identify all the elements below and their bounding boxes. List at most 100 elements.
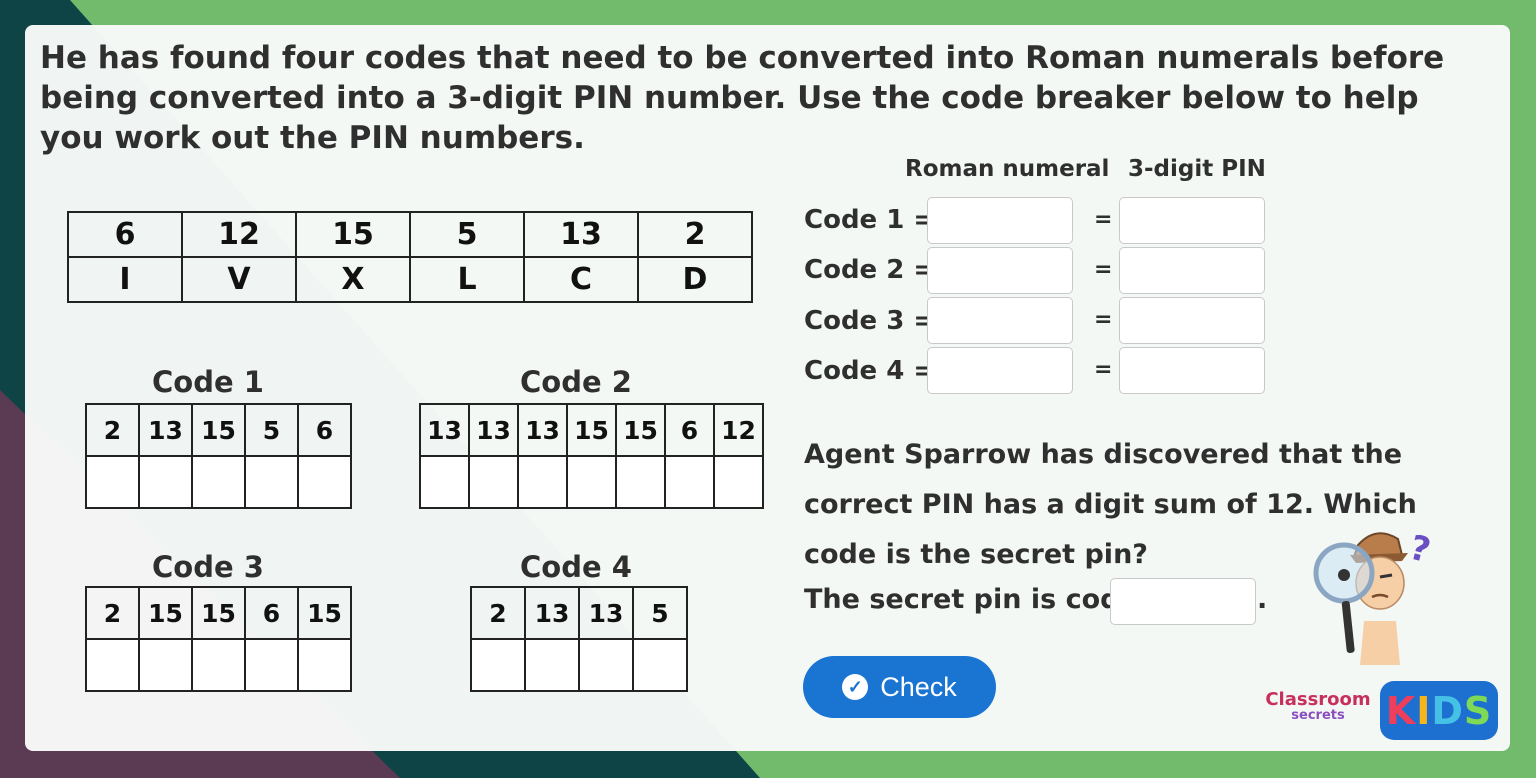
code2-answer-cell[interactable] xyxy=(664,455,715,509)
code2-answer-cell[interactable] xyxy=(713,455,764,509)
code2-grid: 13 13 13 15 15 6 12 xyxy=(419,403,764,509)
code2-pin-input[interactable] xyxy=(1119,247,1265,294)
key-numeral: C xyxy=(523,256,639,303)
code2-answer-cell[interactable] xyxy=(468,455,519,509)
code2-row-label: Code 2 = xyxy=(804,255,936,285)
code1-pin-input[interactable] xyxy=(1119,197,1265,244)
code1-value: 13 xyxy=(138,403,193,457)
code2-answer-cell[interactable] xyxy=(615,455,666,509)
code1-answer-cell[interactable] xyxy=(85,455,140,509)
equals-sign: = xyxy=(1094,357,1113,382)
code4-value: 13 xyxy=(524,586,580,640)
code4-value: 13 xyxy=(578,586,634,640)
code4-answer-cell[interactable] xyxy=(578,638,634,692)
code1-answer-cell[interactable] xyxy=(191,455,246,509)
code2-value: 13 xyxy=(419,403,470,457)
code2-roman-input[interactable] xyxy=(927,247,1073,294)
code2-title: Code 2 xyxy=(520,365,632,399)
code3-answer-cell[interactable] xyxy=(297,638,352,692)
code2-value: 15 xyxy=(615,403,666,457)
code3-value: 6 xyxy=(244,586,299,640)
code1-grid: 2 13 15 5 6 xyxy=(85,403,352,509)
key-number: 5 xyxy=(409,211,525,258)
secret-pin-period: . xyxy=(1257,584,1268,615)
checkmark-icon: ✓ xyxy=(842,674,869,700)
code1-answer-cell[interactable] xyxy=(297,455,352,509)
logo-line2: secrets xyxy=(1291,708,1345,723)
code3-answer-cell[interactable] xyxy=(85,638,140,692)
roman-numeral-heading: Roman numeral xyxy=(905,156,1110,182)
code2-answer-cell[interactable] xyxy=(517,455,568,509)
key-numerals-row: I V X L C D xyxy=(67,256,753,303)
code4-row-label: Code 4 = xyxy=(804,356,936,386)
svg-text:?: ? xyxy=(1406,528,1430,572)
intro-text: He has found four codes that need to be … xyxy=(40,40,1445,156)
code3-value: 15 xyxy=(297,586,352,640)
code4-title: Code 4 xyxy=(520,550,632,584)
key-numeral: I xyxy=(67,256,183,303)
code1-value: 6 xyxy=(297,403,352,457)
code3-value: 15 xyxy=(138,586,193,640)
secret-pin-label: The secret pin is code xyxy=(804,584,1138,615)
kids-letter: D xyxy=(1431,688,1464,733)
code4-roman-input[interactable] xyxy=(927,347,1073,394)
kids-letter: K xyxy=(1385,688,1417,733)
code1-value: 2 xyxy=(85,403,140,457)
equals-sign: = xyxy=(1094,257,1113,282)
detective-illustration: ? xyxy=(1313,528,1430,665)
pin-heading: 3-digit PIN xyxy=(1128,156,1266,182)
equals-sign: = xyxy=(1094,207,1113,232)
code3-answer-cell[interactable] xyxy=(138,638,193,692)
secret-code-input[interactable] xyxy=(1110,578,1256,625)
code3-answer-cell[interactable] xyxy=(191,638,246,692)
code3-grid: 2 15 15 6 15 xyxy=(85,586,352,692)
key-number: 2 xyxy=(637,211,753,258)
code3-pin-input[interactable] xyxy=(1119,297,1265,344)
code4-answer-cell[interactable] xyxy=(470,638,526,692)
code2-value: 12 xyxy=(713,403,764,457)
code1-value: 15 xyxy=(191,403,246,457)
code2-value: 15 xyxy=(566,403,617,457)
code4-grid: 2 13 13 5 xyxy=(470,586,688,692)
code1-roman-input[interactable] xyxy=(927,197,1073,244)
key-numeral: D xyxy=(637,256,753,303)
equals-sign: = xyxy=(1094,307,1113,332)
code-breaker-table: 6 12 15 5 13 2 I V X L C D xyxy=(67,211,753,303)
code2-value: 6 xyxy=(664,403,715,457)
code2-answer-cell[interactable] xyxy=(566,455,617,509)
key-numeral: X xyxy=(295,256,411,303)
key-numeral: V xyxy=(181,256,297,303)
code4-value: 2 xyxy=(470,586,526,640)
key-number: 13 xyxy=(523,211,639,258)
kids-logo: K I D S xyxy=(1380,681,1498,740)
code3-title: Code 3 xyxy=(152,550,264,584)
logo-line1: Classroom xyxy=(1265,689,1371,710)
code2-value: 13 xyxy=(468,403,519,457)
key-number: 12 xyxy=(181,211,297,258)
classroom-secrets-logo: Classroom secrets xyxy=(1262,689,1374,724)
code4-value: 5 xyxy=(632,586,688,640)
code3-value: 15 xyxy=(191,586,246,640)
code1-title: Code 1 xyxy=(152,365,264,399)
key-number: 15 xyxy=(295,211,411,258)
code3-answer-cell[interactable] xyxy=(244,638,299,692)
code3-row-label: Code 3 = xyxy=(804,306,936,336)
code4-pin-input[interactable] xyxy=(1119,347,1265,394)
code2-answer-cell[interactable] xyxy=(419,455,470,509)
key-number: 6 xyxy=(67,211,183,258)
key-numeral: L xyxy=(409,256,525,303)
code1-answer-cell[interactable] xyxy=(244,455,299,509)
check-button-label: Check xyxy=(880,671,957,702)
code3-roman-input[interactable] xyxy=(927,297,1073,344)
code1-row-label: Code 1 = xyxy=(804,205,936,235)
code4-answer-cell[interactable] xyxy=(632,638,688,692)
check-button[interactable]: ✓ Check xyxy=(803,656,996,718)
code2-value: 13 xyxy=(517,403,568,457)
code3-value: 2 xyxy=(85,586,140,640)
kids-letter: I xyxy=(1416,688,1432,733)
code1-answer-cell[interactable] xyxy=(138,455,193,509)
key-numbers-row: 6 12 15 5 13 2 xyxy=(67,211,753,258)
kids-letter: S xyxy=(1463,688,1493,733)
code1-value: 5 xyxy=(244,403,299,457)
code4-answer-cell[interactable] xyxy=(524,638,580,692)
